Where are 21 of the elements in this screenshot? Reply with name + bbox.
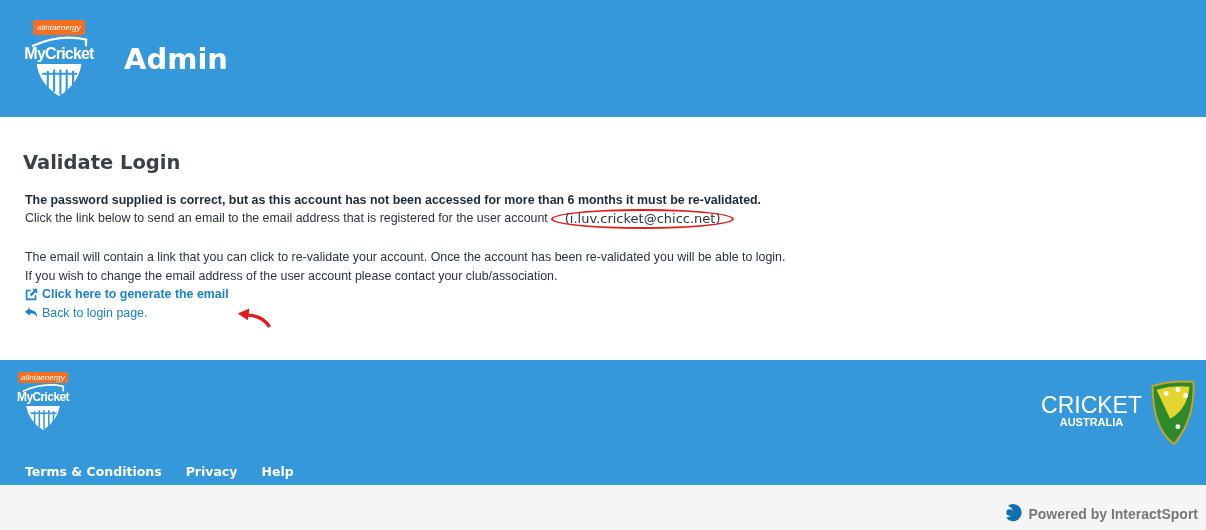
info-text: The email will contain a link that you can click to re-validate your account. Once the account has been re-validated you will be able to login. <box>25 249 787 266</box>
footer-link[interactable]: Help <box>261 464 294 479</box>
footer-link[interactable]: Privacy <box>185 464 238 479</box>
info-text: If you wish to change the email address of the user account please contact your club/association. <box>25 267 559 285</box>
back-link[interactable]: Back to login page. <box>25 303 148 322</box>
interactsport-logo-icon <box>1004 504 1024 523</box>
warning-text: The password supplied is correct, but as this account has not been accessed for more than 6 months it must be re-validated. <box>25 192 763 209</box>
partner-subtitle: AUSTRALIA <box>1059 416 1124 428</box>
generate-email-link[interactable]: Click here to generate the email <box>25 285 229 304</box>
page-title: Admin <box>124 41 228 76</box>
email-address: (i.luv.cricket@chicc.net) <box>564 211 721 226</box>
external-link-icon <box>25 287 38 301</box>
sponsor-logo: alintaenergy <box>18 372 68 383</box>
logo-text: MyCricket <box>17 390 69 404</box>
powered-by-text: Powered by InteractSport <box>1028 505 1198 522</box>
footer-link[interactable]: Terms & Conditions <box>25 464 162 479</box>
instruction-text: Click the link below to send an email to the email address that is registered for the user account <box>25 211 548 226</box>
sponsor-logo: alintaenergy <box>33 20 85 35</box>
page-heading: Validate Login <box>23 151 182 174</box>
partner-name: CRICKET <box>1041 394 1142 416</box>
logo-text: MyCricket <box>24 45 94 63</box>
